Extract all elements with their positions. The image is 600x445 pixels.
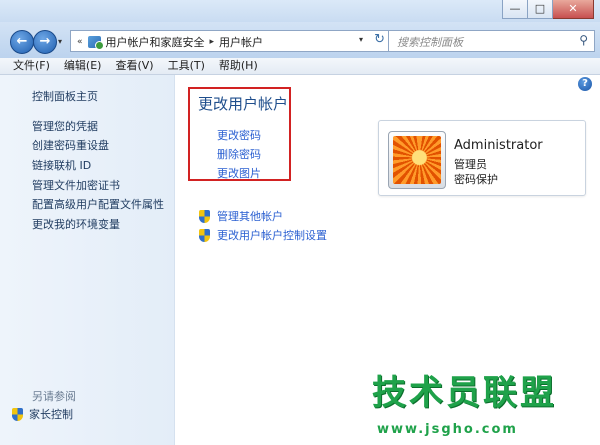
user-role: 管理员 (454, 158, 487, 171)
search-input[interactable]: 搜索控制面板 ⚲ (388, 30, 595, 52)
breadcrumb-user-accounts-family[interactable]: 用户帐户和家庭安全 (106, 34, 205, 50)
menu-tools[interactable]: 工具(T) (161, 58, 212, 74)
manage-other-accounts-link[interactable]: 管理其他帐户 (217, 208, 283, 224)
see-also-heading: 另请参阅 (32, 390, 76, 403)
minimize-button[interactable]: — (502, 0, 528, 19)
recent-pages-dropdown-icon[interactable]: ▾ (58, 37, 62, 46)
search-placeholder: 搜索控制面板 (397, 36, 463, 49)
address-overflow-icon[interactable]: « (77, 37, 83, 47)
address-bar[interactable]: « 用户帐户和家庭安全 ▸ 用户帐户 ▾ ↻ (70, 30, 392, 52)
manage-other-accounts-row[interactable]: 管理其他帐户 (199, 208, 283, 224)
avatar-frame (388, 131, 446, 189)
sidebar-item-control-panel-home[interactable]: 控制面板主页 (32, 88, 98, 104)
maximize-button[interactable]: □ (528, 0, 553, 19)
highlight-annotation (188, 87, 291, 181)
breadcrumb-user-accounts[interactable]: 用户帐户 (219, 34, 263, 50)
sidebar: 控制面板主页 管理您的凭据 创建密码重设盘 链接联机 ID 管理文件加密证书 配… (0, 75, 175, 445)
uac-shield-icon (199, 209, 210, 223)
menu-edit[interactable]: 编辑(E) (57, 58, 109, 74)
menu-file[interactable]: 文件(F) (0, 58, 57, 74)
back-button[interactable]: ← (10, 30, 34, 54)
avatar (393, 136, 441, 184)
forward-button[interactable]: → (33, 30, 57, 54)
uac-shield-icon (199, 228, 210, 242)
watermark-logo: 技术员联盟 (372, 373, 557, 413)
menu-help[interactable]: 帮助(H) (212, 58, 265, 74)
address-dropdown-icon[interactable]: ▾ (359, 35, 363, 44)
uac-settings-link[interactable]: 更改用户帐户控制设置 (217, 227, 327, 243)
title-bar: — □ ✕ (0, 0, 600, 22)
menu-bar: 文件(F) 编辑(E) 查看(V) 工具(T) 帮助(H) (0, 58, 600, 75)
refresh-icon[interactable]: ↻ (374, 32, 385, 47)
help-icon[interactable]: ? (578, 77, 592, 91)
breadcrumb-separator-icon[interactable]: ▸ (210, 37, 215, 47)
user-account-card: Administrator 管理员 密码保护 (378, 120, 586, 196)
sidebar-item-environment-vars[interactable]: 更改我的环境变量 (32, 216, 120, 232)
menu-view[interactable]: 查看(V) (108, 58, 160, 74)
sidebar-item-create-reset-disk[interactable]: 创建密码重设盘 (32, 137, 109, 153)
close-button[interactable]: ✕ (553, 0, 594, 19)
search-icon[interactable]: ⚲ (579, 33, 588, 47)
control-panel-icon (87, 36, 104, 50)
user-name: Administrator (454, 138, 543, 153)
watermark-url: www.jsgho.com (377, 422, 518, 437)
sidebar-item-encryption-certs[interactable]: 管理文件加密证书 (32, 177, 120, 193)
window-controls: — □ ✕ (502, 0, 594, 19)
sidebar-item-advanced-profile[interactable]: 配置高级用户配置文件属性 (32, 196, 164, 212)
uac-shield-icon (12, 407, 23, 421)
uac-settings-row[interactable]: 更改用户帐户控制设置 (199, 227, 327, 243)
sidebar-item-parental-controls[interactable]: 家长控制 (12, 406, 73, 422)
parental-controls-label: 家长控制 (29, 408, 73, 421)
sidebar-item-manage-credentials[interactable]: 管理您的凭据 (32, 118, 98, 134)
sidebar-item-link-online-id[interactable]: 链接联机 ID (32, 157, 91, 173)
user-password-status: 密码保护 (454, 173, 498, 186)
